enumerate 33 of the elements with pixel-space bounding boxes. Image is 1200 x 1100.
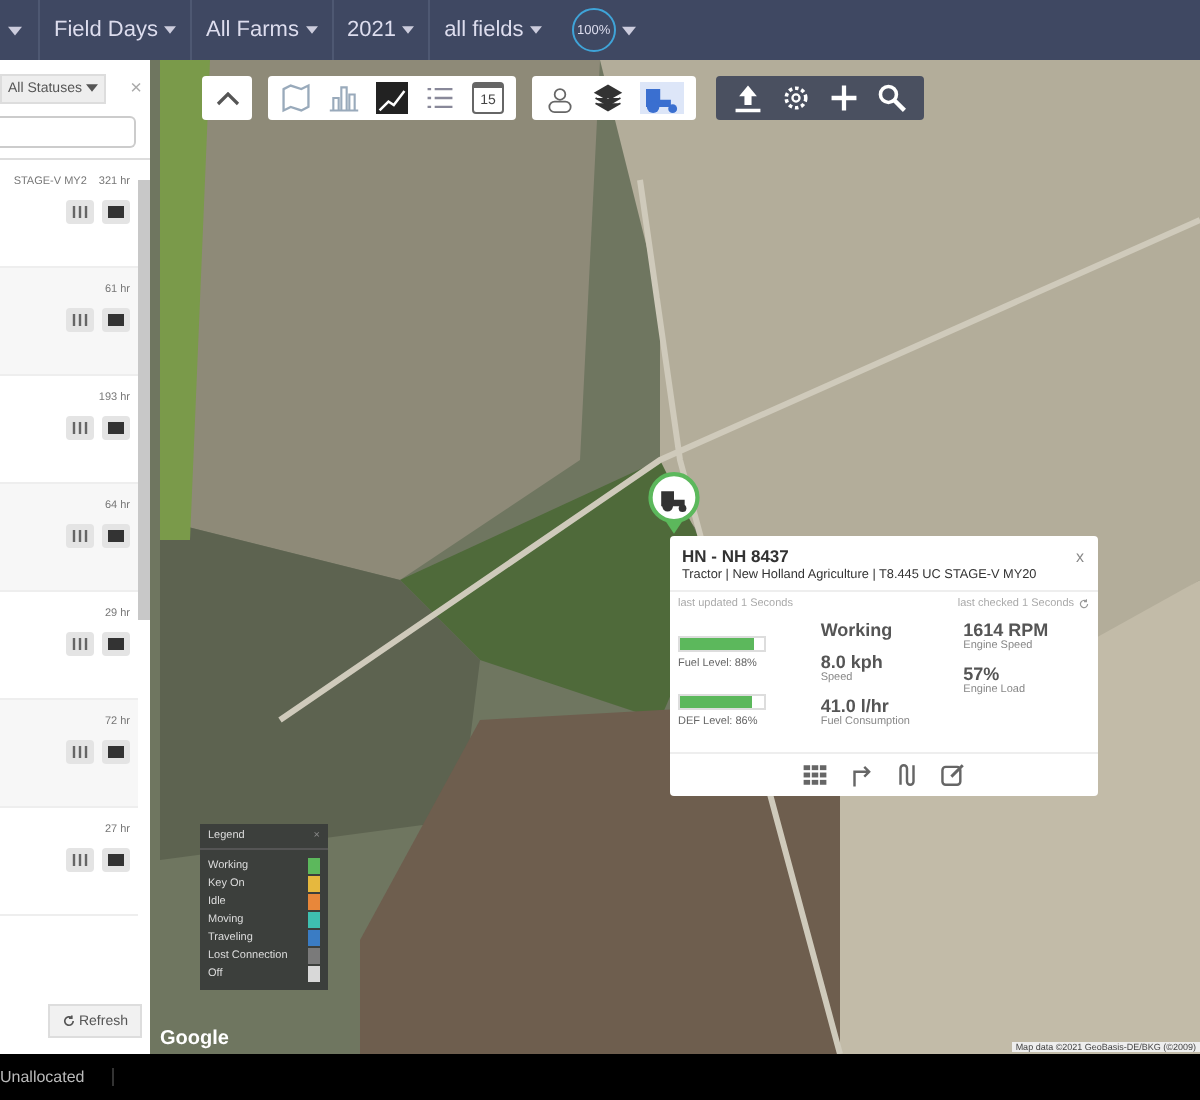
layers-icon[interactable] xyxy=(592,82,624,114)
list-icon[interactable] xyxy=(424,82,456,114)
settings-icon[interactable] xyxy=(780,82,812,114)
caret-icon[interactable] xyxy=(8,25,22,35)
add-icon[interactable] xyxy=(828,82,860,114)
search-icon[interactable] xyxy=(876,82,908,114)
caret-icon xyxy=(85,84,98,93)
stat-value: 41.0 l/hr xyxy=(820,696,891,716)
tractor-icon[interactable] xyxy=(640,82,684,114)
close-button[interactable]: x xyxy=(1076,548,1084,566)
tractor-marker-icon[interactable] xyxy=(648,472,700,536)
search-field[interactable] xyxy=(0,116,136,148)
stat-value: 1614 RPM xyxy=(963,620,1051,640)
unallocated-label: Unallocated xyxy=(0,1068,115,1086)
status-text: Working xyxy=(820,620,895,640)
turn-arrow-icon[interactable] xyxy=(848,762,874,788)
chevron-up-icon xyxy=(215,92,239,106)
upload-icon[interactable] xyxy=(732,82,764,114)
vehicle-title: HN - NH 8437 xyxy=(682,546,789,566)
scrollbar[interactable] xyxy=(138,180,150,620)
edit-icon[interactable] xyxy=(940,762,966,788)
caret-icon xyxy=(402,26,415,35)
stat-value: 8.0 kph xyxy=(820,652,885,672)
refresh-icon[interactable] xyxy=(1078,598,1090,610)
refresh-icon xyxy=(61,1013,76,1028)
caret-icon xyxy=(529,26,542,35)
caret-icon xyxy=(305,26,318,35)
caret-icon xyxy=(164,26,177,35)
stat-value: 57% xyxy=(963,664,1002,684)
map-logo: Google xyxy=(160,1028,229,1050)
line-chart-icon[interactable] xyxy=(376,82,408,114)
collapse-button[interactable] xyxy=(202,76,252,120)
caret-icon[interactable] xyxy=(621,25,636,35)
